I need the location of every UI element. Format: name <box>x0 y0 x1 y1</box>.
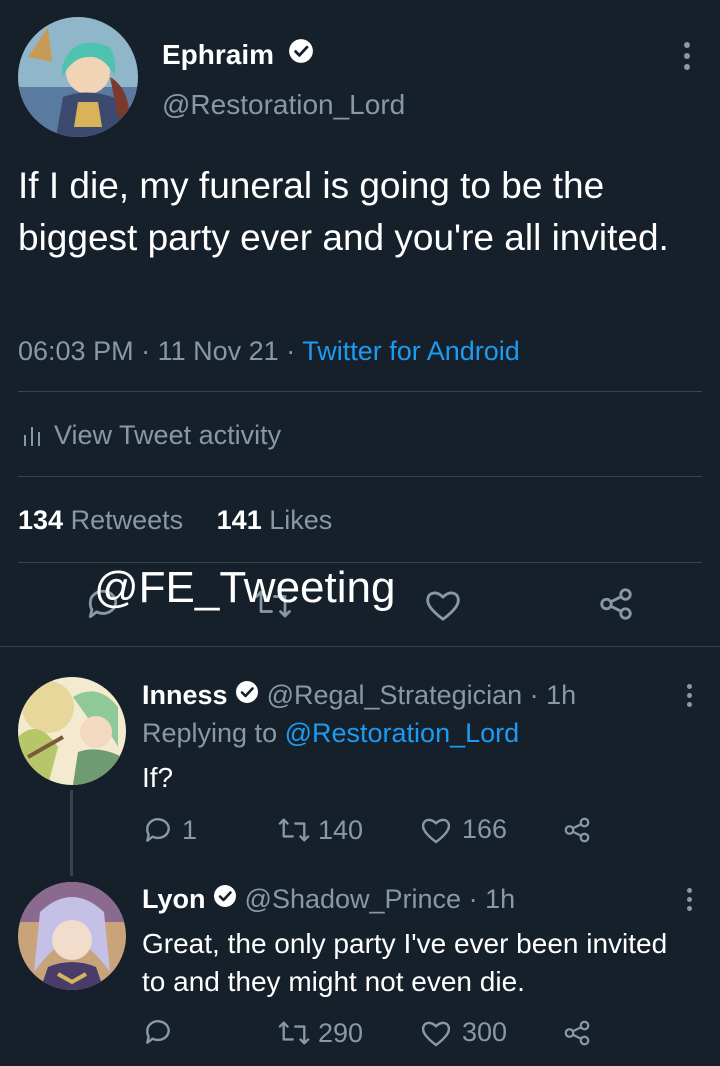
tweet-time: 06:03 PM <box>18 336 134 366</box>
analytics-icon <box>22 423 42 447</box>
verified-badge-icon <box>213 882 237 916</box>
likes-count: 141 <box>216 505 262 535</box>
replying-to: Replying to @Restoration_Lord <box>142 716 519 750</box>
reply-display-name[interactable]: Lyon <box>142 884 206 914</box>
watermark-text: @FE_Tweeting <box>94 563 396 612</box>
like-icon[interactable] <box>424 587 462 623</box>
section-divider <box>0 646 720 647</box>
retweet-count: 290 <box>318 1017 364 1048</box>
view-tweet-activity-label: View Tweet activity <box>54 420 282 450</box>
more-options-icon[interactable] <box>683 42 691 70</box>
avatar-illustration <box>18 17 138 137</box>
retweet-icon <box>276 1017 312 1049</box>
like-icon <box>420 815 452 845</box>
author-display-name[interactable]: Ephraim <box>162 39 274 70</box>
retweet-action[interactable]: 290 <box>276 1017 363 1049</box>
reply-time: · 1h <box>529 680 577 710</box>
retweet-action[interactable]: 140 <box>276 814 363 846</box>
retweets-count: 134 <box>18 505 64 535</box>
thread-line <box>70 790 73 876</box>
tweet-text: If I die, my funeral is going to be the … <box>18 165 669 258</box>
more-options-icon[interactable] <box>685 684 693 707</box>
reply-count: 1 <box>182 814 198 845</box>
author-handle[interactable]: @Restoration_Lord <box>162 88 405 122</box>
retweet-count: 140 <box>318 814 364 845</box>
reply-icon <box>142 1016 174 1048</box>
reply-action[interactable]: 1 <box>142 814 197 846</box>
avatar-illustration <box>18 677 126 785</box>
tweet-source-link[interactable]: Twitter for Android <box>302 336 520 366</box>
view-tweet-activity[interactable]: View Tweet activity <box>22 418 281 452</box>
author-avatar[interactable] <box>18 17 138 137</box>
retweets-stat[interactable]: 134 Retweets <box>18 505 191 535</box>
reply-display-name[interactable]: Inness <box>142 680 228 710</box>
engagement-counts: 134 Retweets 141 Likes <box>18 503 332 537</box>
reply-handle[interactable]: @Regal_Strategician <box>267 680 523 710</box>
like-count: 300 <box>462 1017 508 1047</box>
replying-to-handle[interactable]: @Restoration_Lord <box>285 718 520 748</box>
reply-text: If? <box>142 762 174 793</box>
replying-to-label: Replying to <box>142 718 278 748</box>
reply-icon <box>142 814 174 846</box>
retweet-icon <box>276 814 312 846</box>
reply-header: Lyon @Shadow_Prince · 1h <box>142 882 515 916</box>
share-icon[interactable] <box>562 1019 592 1047</box>
likes-stat[interactable]: 141 Likes <box>217 505 333 535</box>
like-icon <box>420 1018 452 1048</box>
tweet-date: 11 Nov 21 <box>157 336 279 366</box>
verified-badge-icon <box>235 678 259 712</box>
like-action[interactable]: 166 <box>420 814 507 845</box>
divider <box>18 476 702 477</box>
reply-handle[interactable]: @Shadow_Prince <box>245 884 462 914</box>
reply-avatar[interactable] <box>18 677 126 785</box>
reply-header: Inness @Regal_Strategician · 1h <box>142 678 576 712</box>
tweet-metadata: 06:03 PM · 11 Nov 21 · Twitter for Andro… <box>18 336 520 366</box>
like-action[interactable]: 300 <box>420 1017 507 1048</box>
likes-label: Likes <box>269 505 333 535</box>
reply-action[interactable] <box>142 1016 182 1048</box>
share-icon[interactable] <box>562 816 592 844</box>
verified-badge-icon <box>288 38 314 72</box>
share-icon[interactable] <box>597 586 635 622</box>
reply-avatar[interactable] <box>18 882 126 990</box>
avatar-illustration <box>18 882 126 990</box>
more-options-icon[interactable] <box>685 888 693 911</box>
like-count: 166 <box>462 814 508 844</box>
divider <box>18 391 702 392</box>
reply-text: Great, the only party I've ever been inv… <box>142 928 668 997</box>
reply-time: · 1h <box>468 884 516 914</box>
retweets-label: Retweets <box>70 505 184 535</box>
